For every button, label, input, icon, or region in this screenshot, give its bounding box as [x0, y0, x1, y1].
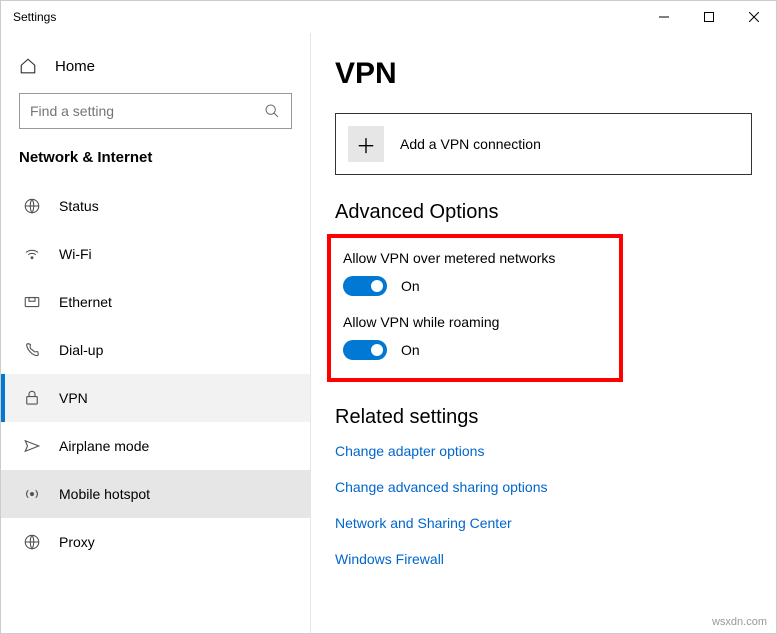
sidebar-item-wifi[interactable]: Wi-Fi — [1, 230, 310, 278]
related-settings-header: Related settings — [335, 406, 752, 429]
sidebar-item-label: Ethernet — [59, 294, 112, 310]
link-sharing-options[interactable]: Change advanced sharing options — [335, 479, 752, 495]
option-roaming: Allow VPN while roaming On — [343, 314, 607, 360]
vpn-icon — [23, 389, 41, 407]
airplane-icon — [23, 437, 41, 455]
sidebar-item-label: Status — [59, 198, 99, 214]
sidebar-item-proxy[interactable]: Proxy — [1, 518, 310, 566]
sidebar-item-label: Mobile hotspot — [59, 486, 150, 502]
sidebar-item-status[interactable]: Status — [1, 182, 310, 230]
home-button[interactable]: Home — [1, 51, 310, 81]
search-icon — [263, 103, 281, 119]
toggle-state: On — [401, 342, 420, 358]
link-windows-firewall[interactable]: Windows Firewall — [335, 551, 752, 567]
ethernet-icon — [23, 293, 41, 311]
proxy-icon — [23, 533, 41, 551]
sidebar-item-label: Dial-up — [59, 342, 103, 358]
sidebar-group-header: Network & Internet — [1, 149, 310, 182]
titlebar: Settings — [1, 1, 776, 33]
link-network-center[interactable]: Network and Sharing Center — [335, 515, 752, 531]
option-metered: Allow VPN over metered networks On — [343, 250, 607, 296]
sidebar-item-label: VPN — [59, 390, 88, 406]
sidebar-item-airplane[interactable]: Airplane mode — [1, 422, 310, 470]
close-button[interactable] — [731, 1, 776, 33]
search-box[interactable] — [19, 93, 292, 129]
plus-icon: ＋ — [348, 126, 384, 162]
main-content: VPN ＋ Add a VPN connection Advanced Opti… — [311, 33, 776, 633]
dialup-icon — [23, 341, 41, 359]
link-adapter-options[interactable]: Change adapter options — [335, 443, 752, 459]
status-icon — [23, 197, 41, 215]
option-label: Allow VPN while roaming — [343, 314, 607, 330]
settings-window: Settings Home — [0, 0, 777, 634]
wifi-icon — [23, 245, 41, 263]
page-title: VPN — [335, 57, 752, 91]
option-label: Allow VPN over metered networks — [343, 250, 607, 266]
minimize-button[interactable] — [641, 1, 686, 33]
maximize-button[interactable] — [686, 1, 731, 33]
sidebar-item-ethernet[interactable]: Ethernet — [1, 278, 310, 326]
search-input[interactable] — [30, 103, 263, 119]
sidebar-item-hotspot[interactable]: Mobile hotspot — [1, 470, 310, 518]
home-icon — [19, 57, 37, 75]
home-label: Home — [55, 58, 95, 75]
toggle-roaming[interactable] — [343, 340, 387, 360]
toggle-metered[interactable] — [343, 276, 387, 296]
sidebar: Home Network & Internet Status — [1, 33, 311, 633]
advanced-options-header: Advanced Options — [335, 201, 752, 224]
sidebar-item-label: Wi-Fi — [59, 246, 92, 262]
add-vpn-label: Add a VPN connection — [400, 136, 541, 152]
sidebar-item-vpn[interactable]: VPN — [1, 374, 310, 422]
window-title: Settings — [13, 10, 641, 24]
window-body: Home Network & Internet Status — [1, 33, 776, 633]
sidebar-item-label: Proxy — [59, 534, 95, 550]
sidebar-item-label: Airplane mode — [59, 438, 149, 454]
sidebar-item-dialup[interactable]: Dial-up — [1, 326, 310, 374]
sidebar-nav: Status Wi-Fi Ethernet — [1, 182, 310, 633]
toggle-state: On — [401, 278, 420, 294]
hotspot-icon — [23, 485, 41, 503]
add-vpn-connection-button[interactable]: ＋ Add a VPN connection — [335, 113, 752, 175]
watermark: wsxdn.com — [712, 616, 767, 628]
highlight-box: Allow VPN over metered networks On Allow… — [327, 234, 623, 382]
